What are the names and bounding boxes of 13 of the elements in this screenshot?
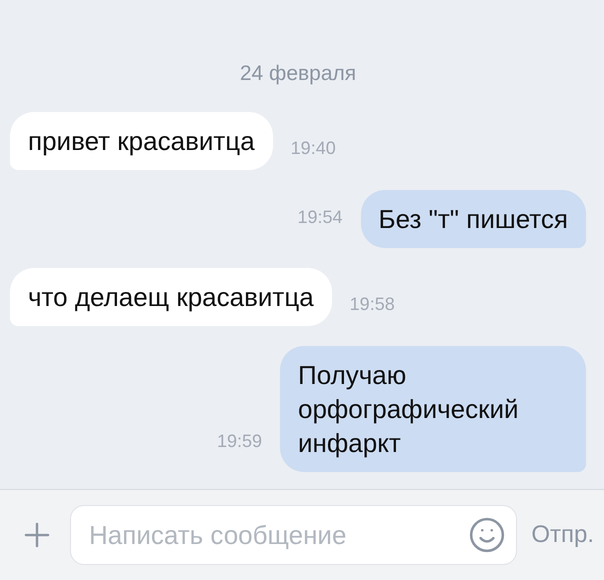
smiley-icon[interactable] bbox=[468, 516, 506, 554]
message-bubble: Получаю орфографический инфаркт bbox=[280, 346, 586, 472]
date-label: 24 февраля bbox=[240, 62, 356, 86]
message-bubble: что делаещ красавитца bbox=[10, 268, 332, 326]
message-bubble: привет красавитца bbox=[10, 112, 273, 170]
send-button[interactable]: Отпр. bbox=[531, 521, 594, 549]
message-time: 19:54 bbox=[298, 207, 343, 228]
message-time: 19:58 bbox=[350, 294, 395, 314]
message-time: 19:40 bbox=[290, 138, 336, 158]
message-field[interactable]: Написать сообщение bbox=[70, 505, 518, 565]
message-bubble: Без "т" пишется bbox=[360, 190, 586, 248]
message-input[interactable]: Написать сообщение bbox=[87, 518, 468, 552]
message-time: 19:59 bbox=[216, 431, 262, 452]
